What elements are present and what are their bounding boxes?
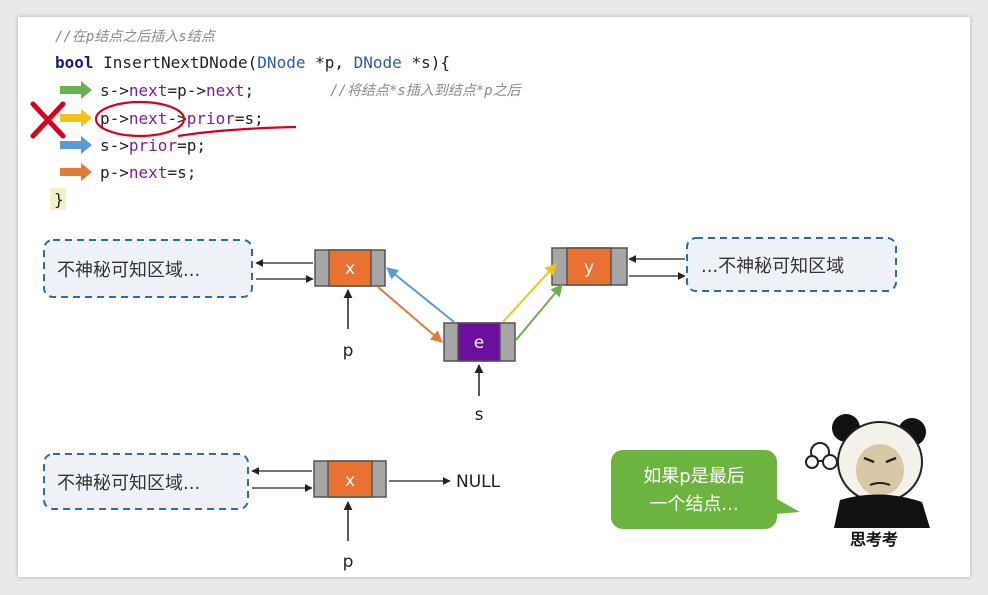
arrow-y-prior-to-e	[502, 263, 557, 323]
pointer-s-label: s	[475, 405, 484, 425]
code-signature: bool InsertNextDNode(DNode *p, DNode *s)…	[55, 53, 450, 72]
param2: *s){	[402, 53, 450, 72]
diagram-canvas: //在p结点之后插入s结点 bool InsertNextDNode(DNode…	[30, 29, 930, 572]
bubble-line-2: 一个结点...	[649, 494, 738, 515]
bottom-node-x: x	[313, 460, 387, 498]
node-e-label: e	[474, 333, 484, 353]
node-y-label: y	[584, 258, 594, 278]
red-underline-mark	[177, 125, 297, 138]
param2-type: DNode	[354, 53, 402, 72]
arrow-blue-icon	[60, 136, 92, 154]
node-e: e	[443, 322, 516, 362]
code-block: //在p结点之后插入s结点 bool InsertNextDNode(DNode…	[50, 29, 523, 210]
bubble-line-1: 如果p是最后	[643, 466, 744, 487]
fn-name: InsertNextDNode(	[94, 53, 258, 72]
code-line-1-comment: //将结点*s插入到结点*p之后	[330, 83, 523, 99]
meme-caption: 思考考	[850, 530, 898, 549]
arrow-orange-icon	[60, 163, 92, 181]
right-region-label: ...不神秘可知区域	[701, 256, 844, 277]
param1-type: DNode	[257, 53, 305, 72]
param1: *p,	[305, 53, 353, 72]
null-label: NULL	[456, 472, 501, 492]
code-line-4: p->next=s;	[100, 163, 196, 182]
bottom-pointer-p-label: p	[343, 552, 354, 572]
left-region-label: 不神秘可知区域...	[57, 260, 200, 281]
pointer-p-label: p	[343, 341, 354, 361]
node-x: x	[314, 249, 386, 287]
code-line-3: s->prior=p;	[100, 136, 206, 155]
node-y: y	[551, 247, 628, 286]
close-brace: }	[54, 190, 64, 209]
bottom-node-x-label: x	[345, 471, 355, 491]
node-x-label: x	[345, 259, 355, 279]
code-line-1: s->next=p->next;	[100, 81, 254, 100]
speech-bubble: 如果p是最后 一个结点...	[611, 450, 800, 529]
panda-meme-icon: 思考考	[805, 414, 930, 549]
arrow-e-prior-to-x	[386, 267, 455, 323]
arrow-yellow-icon	[60, 109, 92, 127]
bottom-region-label: 不神秘可知区域...	[57, 473, 200, 494]
arrow-green-icon	[60, 81, 92, 99]
arrow-e-next-to-y	[515, 284, 563, 341]
code-comment-title: //在p结点之后插入s结点	[55, 29, 217, 45]
arrow-x-next-to-e	[377, 286, 443, 343]
bool-keyword: bool	[55, 53, 94, 72]
red-cross-icon	[30, 101, 66, 139]
